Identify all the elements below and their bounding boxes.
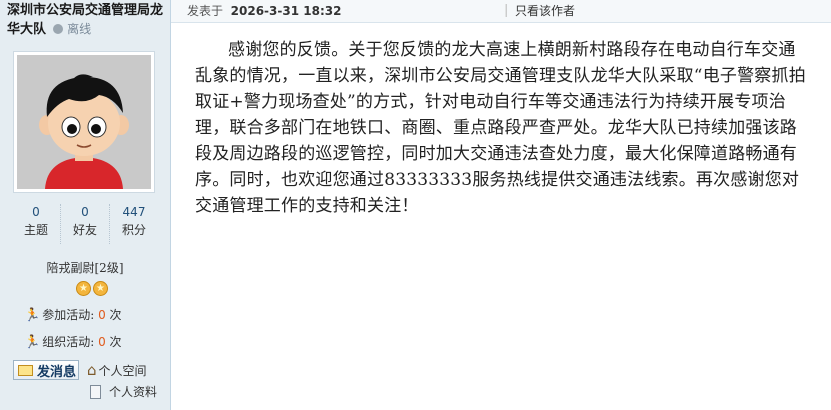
stat-threads[interactable]: 0 主题: [12, 204, 61, 244]
offline-status-label: 离线: [67, 22, 92, 36]
rank-star-icon: ★: [93, 281, 108, 296]
envelope-icon: [18, 364, 33, 376]
user-rank: 陪戎副尉[2级]: [46, 261, 124, 275]
author-only-link[interactable]: 只看该作者: [515, 0, 575, 22]
send-message-label: 发消息: [37, 364, 77, 380]
stat-points-label: 积分: [121, 223, 146, 237]
home-icon: ⌂: [87, 361, 97, 379]
joined-activities: 🏃 参加活动: 0 次: [24, 306, 122, 323]
post-timestamp: 发表于 2026-3-31 18:32: [187, 0, 341, 22]
organized-activities-unit: 次: [109, 335, 122, 349]
post-time-value: 2026-3-31 18:32: [230, 4, 342, 18]
posted-prefix: 发表于: [187, 4, 224, 18]
personal-space-label[interactable]: 个人空间: [99, 362, 147, 379]
author-sidebar: 深圳市公安局交通管理局龙华大队 离线 0 主题 0 好友 447 积分 陪戎副尉…: [0, 0, 171, 410]
stat-points[interactable]: 447 积分: [110, 204, 158, 244]
rank-star-icon: ★: [76, 281, 91, 296]
stat-friends[interactable]: 0 好友: [61, 204, 110, 244]
joined-activities-label: 参加活动:: [42, 308, 95, 322]
rank-stars: ★ ★: [76, 281, 108, 297]
joined-activities-unit: 次: [109, 308, 122, 322]
personal-profile-link[interactable]: 个人资料: [90, 383, 157, 400]
author-name[interactable]: 深圳市公安局交通管理局龙华大队 离线: [7, 2, 167, 39]
stat-threads-value[interactable]: 0: [12, 204, 60, 220]
post-content: 感谢您的反馈。关于您反馈的龙大高速上横朗新村路段存在电动自行车交通乱象的情况，一…: [195, 40, 806, 216]
runner-icon: 🏃: [24, 308, 41, 323]
avatar-cartoon-boy-image: [17, 55, 151, 189]
offline-status-icon: [52, 24, 63, 34]
runner-icon: 🏃: [24, 335, 41, 350]
stat-friends-value[interactable]: 0: [61, 204, 109, 220]
post-header: 发表于 2026-3-31 18:32 | 只看该作者: [171, 0, 831, 23]
personal-profile-label[interactable]: 个人资料: [109, 383, 157, 400]
stat-threads-label: 主题: [23, 223, 48, 237]
organized-activities: 🏃 组织活动: 0 次: [24, 333, 122, 350]
organized-activities-label: 组织活动:: [42, 335, 95, 349]
document-icon: [90, 384, 101, 399]
personal-space-link[interactable]: ⌂ 个人空间: [87, 361, 147, 379]
send-message-button[interactable]: 发消息: [13, 360, 79, 380]
joined-activities-count: 0: [98, 308, 106, 322]
header-separator: |: [504, 3, 509, 18]
stat-points-value[interactable]: 447: [110, 204, 158, 220]
stat-friends-label: 好友: [72, 223, 97, 237]
user-stats: 0 主题 0 好友 447 积分: [12, 204, 158, 244]
organized-activities-count: 0: [98, 335, 106, 349]
avatar[interactable]: [13, 51, 155, 193]
